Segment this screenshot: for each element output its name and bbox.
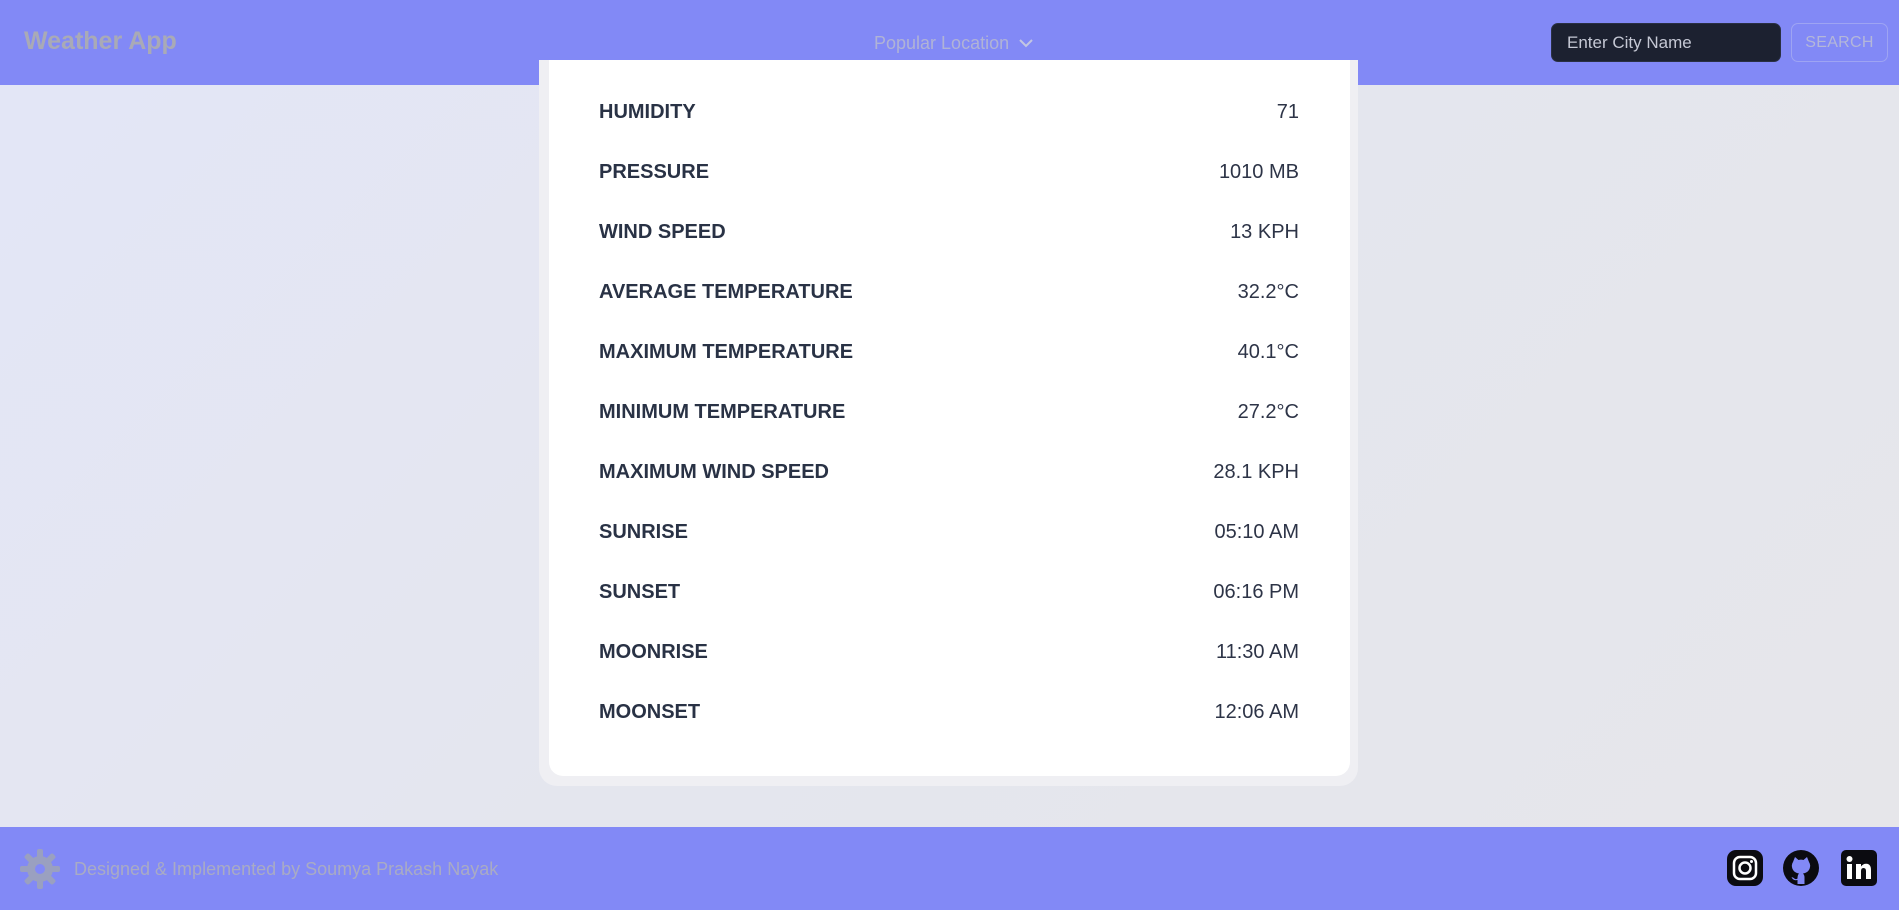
detail-label: SUNRISE <box>599 520 688 543</box>
detail-label: MOONRISE <box>599 640 708 663</box>
instagram-icon[interactable] <box>1726 849 1764 887</box>
app-brand[interactable]: Weather App <box>24 27 177 56</box>
detail-value: 1010 MB <box>1218 160 1299 183</box>
detail-label: MAXIMUM WIND SPEED <box>599 460 829 483</box>
detail-label: HUMIDITY <box>599 100 696 123</box>
detail-value: 27.2°C <box>1237 400 1299 423</box>
detail-value: 71 <box>1276 100 1299 123</box>
detail-label: SUNSET <box>599 580 681 603</box>
detail-value: 06:16 PM <box>1213 580 1299 603</box>
popular-location-dropdown[interactable]: Popular Location <box>874 33 1033 54</box>
detail-row-average-temperature: AVERAGE TEMPERATURE 32.2°C <box>599 277 1299 307</box>
detail-row-maximum-temperature: MAXIMUM TEMPERATURE 40.1°C <box>599 337 1299 367</box>
detail-row-sunset: SUNSET 06:16 PM <box>599 577 1299 607</box>
footer-bar: Designed & Implemented by Soumya Prakash… <box>0 827 1899 910</box>
detail-row-minimum-temperature: MINIMUM TEMPERATURE 27.2°C <box>599 397 1299 427</box>
detail-value: 40.1°C <box>1237 340 1299 363</box>
detail-value: 12:06 AM <box>1214 700 1299 723</box>
footer-credit: Designed & Implemented by Soumya Prakash… <box>74 859 499 879</box>
city-search-input[interactable] <box>1551 23 1781 62</box>
detail-label: AVERAGE TEMPERATURE <box>599 280 853 303</box>
detail-row-wind-speed: WIND SPEED 13 KPH <box>599 217 1299 247</box>
detail-row-sunrise: SUNRISE 05:10 AM <box>599 517 1299 547</box>
linkedin-icon[interactable] <box>1840 849 1878 887</box>
detail-row-moonset: MOONSET 12:06 AM <box>599 697 1299 727</box>
detail-label: MOONSET <box>599 700 701 723</box>
detail-value: 11:30 AM <box>1215 640 1299 663</box>
detail-row-maximum-wind-speed: MAXIMUM WIND SPEED 28.1 KPH <box>599 457 1299 487</box>
search-button[interactable]: SEARCH <box>1791 23 1888 62</box>
detail-row-pressure: PRESSURE 1010 MB <box>599 157 1299 187</box>
detail-value: 13 KPH <box>1230 220 1299 243</box>
detail-value: 28.1 KPH <box>1213 460 1299 483</box>
detail-value: 32.2°C <box>1237 280 1299 303</box>
gear-logo-icon <box>20 849 60 889</box>
github-icon[interactable] <box>1782 849 1820 887</box>
detail-value: 05:10 AM <box>1214 520 1299 543</box>
detail-label: WIND SPEED <box>599 220 726 243</box>
detail-row-humidity: HUMIDITY 71 <box>599 97 1299 127</box>
detail-label: MAXIMUM TEMPERATURE <box>599 340 854 363</box>
popular-location-label: Popular Location <box>874 33 1010 53</box>
detail-label: MINIMUM TEMPERATURE <box>599 400 846 423</box>
detail-label: PRESSURE <box>599 160 710 183</box>
weather-details-card: HUMIDITY 71 PRESSURE 1010 MB WIND SPEED … <box>549 60 1350 776</box>
chevron-down-icon <box>1019 39 1033 48</box>
detail-row-moonrise: MOONRISE 11:30 AM <box>599 637 1299 667</box>
